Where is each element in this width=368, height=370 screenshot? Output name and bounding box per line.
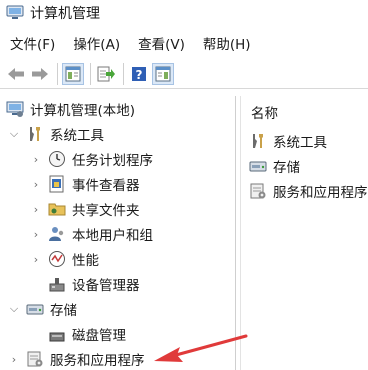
tree-item-label: 事件查看器 xyxy=(72,178,140,194)
chevron-down-icon[interactable]: ⌵ xyxy=(8,127,20,140)
chevron-right-icon[interactable]: › xyxy=(30,253,42,266)
show-hide-tree-button[interactable] xyxy=(62,62,84,85)
tree-item-label: 性能 xyxy=(72,253,99,269)
event-viewer-icon xyxy=(48,175,66,193)
storage-icon xyxy=(26,300,44,318)
show-hide-action-pane-button[interactable] xyxy=(152,62,174,85)
chevron-right-icon[interactable]: › xyxy=(8,353,20,366)
tools-icon xyxy=(26,125,44,143)
export-list-icon xyxy=(97,66,115,81)
menu-action[interactable]: 操作(A) xyxy=(63,33,128,53)
title-bar: 计算机管理 xyxy=(0,0,368,26)
list-item-label: 系统工具 xyxy=(273,135,327,151)
tree-item-label: 服务和应用程序 xyxy=(50,353,145,369)
tree-item-root[interactable]: 计算机管理(本地) xyxy=(6,98,135,120)
details-pane: 名称 系统工具 存储 服务和应用程序 xyxy=(240,96,368,370)
chevron-down-icon[interactable]: ⌵ xyxy=(8,302,20,315)
tree-item-label: 共享文件夹 xyxy=(72,203,140,219)
computer-management-icon xyxy=(6,100,24,118)
back-button[interactable] xyxy=(5,63,27,85)
chevron-right-icon[interactable]: › xyxy=(30,153,42,166)
menu-file[interactable]: 文件(F) xyxy=(0,33,63,53)
storage-icon xyxy=(249,157,267,175)
tools-icon xyxy=(249,132,267,150)
list-item-storage[interactable]: 存储 xyxy=(249,155,300,177)
menu-bar: 文件(F) 操作(A) 查看(V) 帮助(H) xyxy=(0,32,368,54)
device-manager-icon xyxy=(48,275,66,293)
tree-item-disk-management[interactable]: 磁盘管理 xyxy=(48,323,126,345)
tree-item-performance[interactable]: › 性能 xyxy=(30,248,99,270)
export-list-button[interactable] xyxy=(95,63,117,85)
svg-text:?: ? xyxy=(136,68,143,82)
back-arrow-icon xyxy=(8,67,24,80)
tree-item-local-users-groups[interactable]: › 本地用户和组 xyxy=(30,223,153,245)
shared-folder-icon xyxy=(48,200,66,218)
tree-item-label: 任务计划程序 xyxy=(72,153,153,169)
show-tree-icon xyxy=(65,66,81,81)
performance-icon xyxy=(48,250,66,268)
tree-item-label: 磁盘管理 xyxy=(72,328,126,344)
tree-item-task-scheduler[interactable]: › 任务计划程序 xyxy=(30,148,153,170)
annotation-arrow-icon xyxy=(154,334,248,362)
disk-management-icon xyxy=(48,325,66,343)
tree-item-storage[interactable]: ⌵ 存储 xyxy=(8,298,77,320)
show-hide-action-pane-icon xyxy=(155,66,171,81)
computer-management-icon xyxy=(6,5,24,21)
list-item-label: 存储 xyxy=(273,160,300,176)
chevron-right-icon[interactable]: › xyxy=(30,178,42,191)
forward-arrow-icon xyxy=(32,67,48,80)
toolbar-separator xyxy=(90,62,91,85)
tree-item-event-viewer[interactable]: › 事件查看器 xyxy=(30,173,140,195)
tree-item-label: 存储 xyxy=(50,303,77,319)
list-item-services-applications[interactable]: 服务和应用程序 xyxy=(249,180,368,202)
window-title: 计算机管理 xyxy=(30,6,100,22)
column-header-name[interactable]: 名称 xyxy=(251,102,278,122)
forward-button[interactable] xyxy=(29,63,51,85)
clock-icon xyxy=(48,150,66,168)
help-icon: ? xyxy=(132,66,146,82)
tree-item-shared-folders[interactable]: › 共享文件夹 xyxy=(30,198,140,220)
tree-item-label: 本地用户和组 xyxy=(72,228,153,244)
toolbar-separator xyxy=(123,62,124,85)
tree-item-label: 系统工具 xyxy=(50,128,104,144)
users-icon xyxy=(48,225,66,243)
menu-help[interactable]: 帮助(H) xyxy=(193,33,259,53)
chevron-right-icon[interactable]: › xyxy=(30,203,42,216)
tree-item-label: 设备管理器 xyxy=(72,278,140,294)
console-tree: 计算机管理(本地) ⌵ 系统工具 › 任务计划程序 › 事件查看器 › 共享文件… xyxy=(0,96,236,370)
chevron-right-icon[interactable]: › xyxy=(30,228,42,241)
tree-item-services-applications[interactable]: › 服务和应用程序 xyxy=(8,348,145,370)
tree-item-system-tools[interactable]: ⌵ 系统工具 xyxy=(8,123,104,145)
list-item-label: 服务和应用程序 xyxy=(273,185,368,201)
services-icon xyxy=(249,182,267,200)
help-button[interactable]: ? xyxy=(128,63,150,85)
services-icon xyxy=(26,350,44,368)
menu-view[interactable]: 查看(V) xyxy=(128,33,193,53)
toolbar-separator xyxy=(57,62,58,85)
toolbar: ? xyxy=(0,59,368,89)
list-item-system-tools[interactable]: 系统工具 xyxy=(249,130,327,152)
tree-item-label: 计算机管理(本地) xyxy=(30,103,136,119)
tree-item-device-manager[interactable]: 设备管理器 xyxy=(48,273,140,295)
